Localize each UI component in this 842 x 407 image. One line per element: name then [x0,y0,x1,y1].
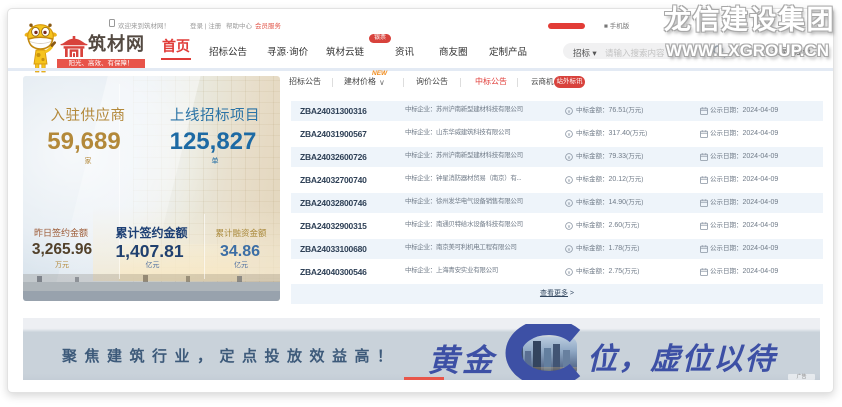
svg-text:¥: ¥ [568,201,571,206]
svg-text:¥: ¥ [568,224,571,229]
svg-text:¥: ¥ [568,270,571,275]
svg-text:¥: ¥ [568,247,571,252]
svg-text:¥: ¥ [568,109,571,114]
svg-text:¥: ¥ [568,178,571,183]
svg-text:¥: ¥ [568,155,571,160]
svg-text:¥: ¥ [568,132,571,137]
